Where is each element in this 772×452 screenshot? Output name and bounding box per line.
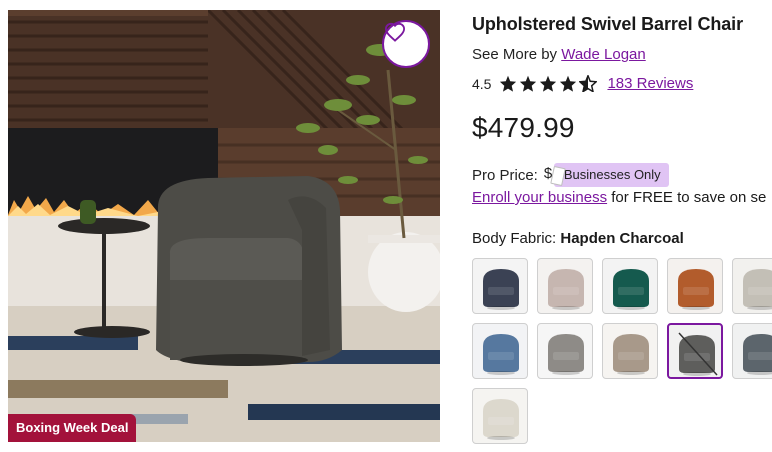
chair-thumbnail-icon (483, 334, 519, 375)
fabric-swatch[interactable] (602, 323, 658, 379)
chair-thumbnail-icon (548, 269, 584, 310)
heart-icon (384, 22, 406, 42)
reviews-link[interactable]: 183 Reviews (607, 75, 693, 92)
chair-thumbnail-icon (613, 334, 649, 375)
product-info: Upholstered Swivel Barrel Chair See More… (472, 0, 772, 452)
chair-thumbnail-icon (483, 269, 519, 310)
pro-price-label: Pro Price: (472, 166, 538, 184)
favorite-button[interactable] (382, 20, 430, 68)
see-more-by: See More by Wade Logan (472, 46, 646, 63)
product-title: Upholstered Swivel Barrel Chair (472, 14, 743, 34)
fabric-swatch[interactable] (537, 258, 593, 314)
fabric-swatch[interactable] (537, 323, 593, 379)
chair-thumbnail-icon (548, 334, 584, 375)
product-price: $479.99 (472, 112, 575, 143)
fabric-swatch[interactable] (472, 258, 528, 314)
see-more-label: See More by (472, 46, 562, 63)
star-icon (560, 75, 577, 92)
star-rating[interactable] (499, 75, 598, 92)
half-star-icon (579, 75, 598, 92)
enroll-row: Enroll your business for FREE to save on… (472, 189, 766, 206)
pro-price-row: Pro Price: $ Businesses Only (472, 163, 669, 187)
chair-thumbnail-icon (483, 399, 519, 440)
fabric-swatch[interactable] (472, 388, 528, 444)
chair-thumbnail-icon (743, 334, 772, 375)
fabric-swatch[interactable] (732, 258, 772, 314)
chair-thumbnail-icon (678, 269, 714, 310)
fabric-swatch[interactable] (732, 323, 772, 379)
fabric-swatch[interactable] (667, 258, 723, 314)
chair-thumbnail-icon (743, 269, 772, 310)
star-icon (520, 75, 537, 92)
fabric-swatch[interactable] (472, 323, 528, 379)
deal-badge: Boxing Week Deal (8, 414, 137, 442)
enroll-suffix: for FREE to save on se (607, 189, 767, 206)
rating-value: 4.5 (472, 75, 492, 92)
chair-thumbnail-icon (678, 332, 718, 376)
star-icon (500, 75, 517, 92)
chair-thumbnail-icon (613, 269, 649, 310)
rating-row: 4.5 183 Reviews (472, 75, 693, 92)
selected-fabric: Hapden Charcoal (560, 230, 684, 247)
fabric-label: Body Fabric: (472, 230, 561, 247)
fabric-swatch[interactable] (602, 258, 658, 314)
fabric-selector-label: Body Fabric: Hapden Charcoal (472, 230, 684, 247)
fabric-swatch[interactable] (667, 323, 723, 379)
product-photo (8, 10, 440, 442)
enroll-business-link[interactable]: Enroll your business (472, 189, 607, 206)
product-image[interactable]: Boxing Week Deal (8, 10, 440, 442)
star-icon (540, 75, 557, 92)
businesses-only-badge[interactable]: Businesses Only (553, 163, 669, 187)
brand-link[interactable]: Wade Logan (561, 46, 646, 63)
